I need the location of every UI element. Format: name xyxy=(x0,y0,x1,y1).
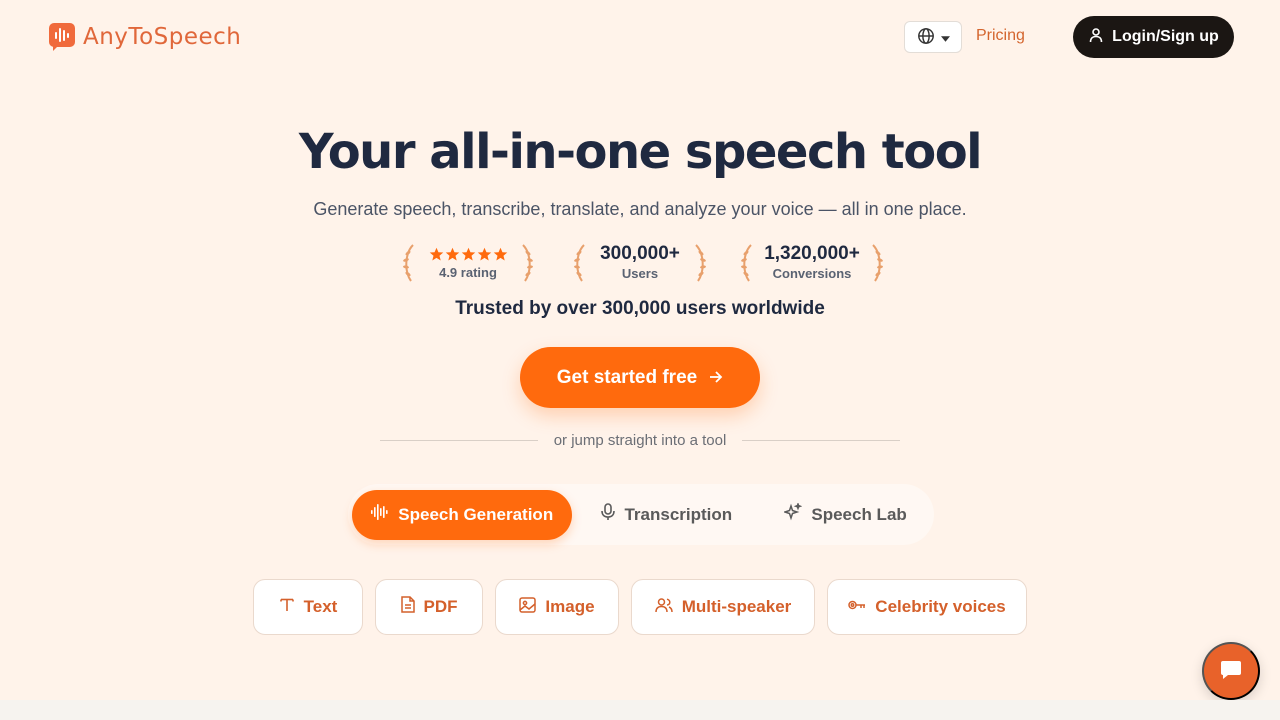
laurel-left-icon xyxy=(741,244,752,282)
document-icon xyxy=(400,596,415,618)
trusted-text: Trusted by over 300,000 users worldwide xyxy=(455,298,825,319)
celebrity-icon xyxy=(848,597,866,617)
star-icon xyxy=(493,247,507,260)
next-section-edge xyxy=(0,700,1280,720)
chip-celebrity-voices[interactable]: Celebrity voices xyxy=(827,579,1027,635)
chat-button[interactable] xyxy=(1202,642,1260,700)
page-subtitle: Generate speech, transcribe, translate, … xyxy=(313,199,967,219)
divider-line xyxy=(742,439,900,441)
star-icon xyxy=(429,247,443,260)
chip-label: Celebrity voices xyxy=(875,597,1006,616)
stat-value: 1,320,000+ xyxy=(764,243,860,264)
rating-stars xyxy=(429,244,508,264)
image-icon xyxy=(519,596,537,618)
stat-label: 4.9 rating xyxy=(439,265,497,280)
chip-label: PDF xyxy=(423,597,458,616)
microphone-icon xyxy=(601,503,616,526)
tool-divider: or jump straight into a tool xyxy=(380,430,900,450)
tab-label: Speech Generation xyxy=(398,504,554,524)
brand-name: AnyToSpeech xyxy=(83,24,242,50)
star-icon xyxy=(461,247,475,260)
stat-label: Conversions xyxy=(772,266,852,281)
tab-label: Transcription xyxy=(624,504,733,524)
users-icon xyxy=(654,597,673,618)
chip-label: Text xyxy=(303,597,338,616)
get-started-button[interactable]: Get started free xyxy=(520,347,760,408)
page-title: Your all-in-one speech tool xyxy=(298,124,983,180)
brand-logo[interactable]: AnyToSpeech xyxy=(49,23,241,51)
chat-icon xyxy=(1220,660,1242,683)
star-icon xyxy=(477,247,491,260)
tab-transcription[interactable]: Transcription xyxy=(572,490,761,540)
stat-rating: 4.9 rating xyxy=(401,240,535,286)
tab-speech-lab[interactable]: Speech Lab xyxy=(761,490,930,540)
stat-label: Users xyxy=(621,266,659,281)
waveform-icon xyxy=(371,504,389,525)
logo-icon xyxy=(49,23,75,51)
star-icon xyxy=(445,247,459,260)
laurel-left-icon xyxy=(403,244,414,282)
language-selector[interactable] xyxy=(904,21,962,53)
arrow-right-icon xyxy=(709,367,723,389)
stat-users: 300,000+ Users xyxy=(572,240,708,286)
pricing-link[interactable]: Pricing xyxy=(976,27,1025,45)
divider-line xyxy=(380,439,538,441)
laurel-left-icon xyxy=(574,244,585,282)
site-header: AnyToSpeech Pricing Login/Sign up xyxy=(0,0,1280,72)
stats-row: 4.9 rating 300,000+ Users 1,320,000+ Con… xyxy=(0,240,1280,286)
tool-tabs: Speech Generation Transcription Speech L… xyxy=(348,484,934,545)
chip-label: Multi-speaker xyxy=(681,597,792,616)
laurel-right-icon xyxy=(695,244,706,282)
login-signup-button[interactable]: Login/Sign up xyxy=(1073,16,1234,58)
chevron-down-icon xyxy=(940,30,950,45)
text-icon xyxy=(279,597,295,618)
chip-pdf[interactable]: PDF xyxy=(375,579,483,635)
sparkles-icon xyxy=(782,501,803,526)
tab-speech-generation[interactable]: Speech Generation xyxy=(352,489,573,540)
tab-label: Speech Lab xyxy=(811,504,907,524)
laurel-right-icon xyxy=(872,244,883,282)
user-icon xyxy=(1088,27,1104,48)
chip-text[interactable]: Text xyxy=(253,579,363,635)
login-label: Login/Sign up xyxy=(1112,28,1219,45)
stat-value: 300,000+ xyxy=(600,243,680,264)
chip-multi-speaker[interactable]: Multi-speaker xyxy=(631,579,815,635)
divider-text: or jump straight into a tool xyxy=(553,431,727,449)
stat-conversions: 1,320,000+ Conversions xyxy=(739,240,885,286)
cta-label: Get started free xyxy=(556,366,698,388)
globe-icon xyxy=(917,27,935,48)
laurel-right-icon xyxy=(522,244,533,282)
chip-label: Image xyxy=(545,597,595,616)
input-type-chips: Text PDF Image Multi-speaker Celebrity v… xyxy=(253,579,1027,635)
chip-image[interactable]: Image xyxy=(495,579,619,635)
